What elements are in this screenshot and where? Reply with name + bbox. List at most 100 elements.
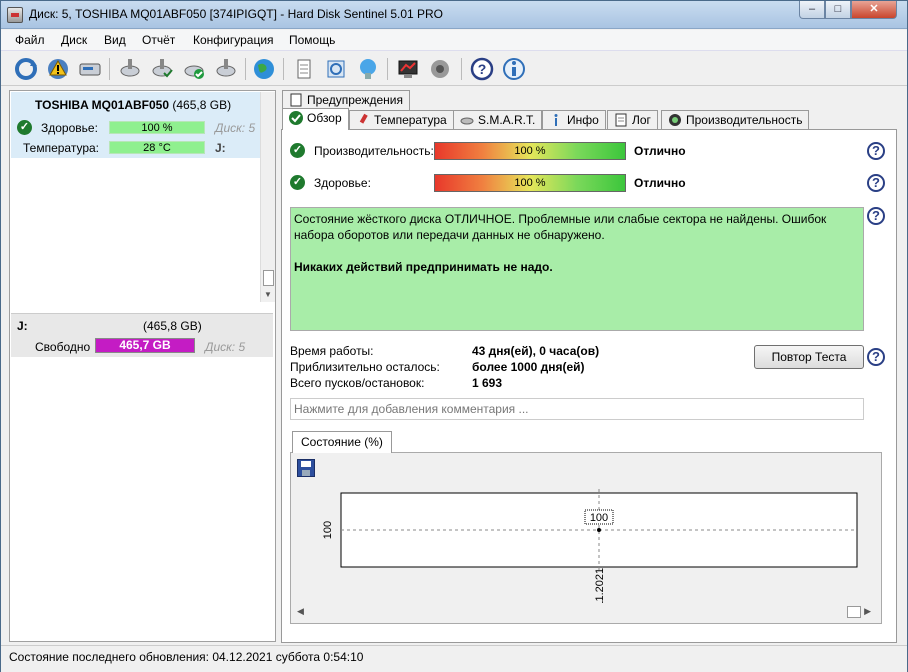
status-message-box: Состояние жёсткого диска ОТЛИЧНОЕ. Пробл… [290,207,864,331]
chart-scroll-thumb[interactable] [847,606,861,618]
retest-help-icon[interactable]: ? [867,348,885,366]
menu-disk[interactable]: Диск [61,33,87,47]
health-chart-area: 100 100 18.11.2021 ◀ ▶ [290,452,882,624]
network-icon[interactable] [355,56,381,82]
info-small-icon [549,113,563,127]
disk-title: TOSHIBA MQ01ABF050 (465,8 GB) [35,98,231,112]
tab-temperature[interactable]: Температура [349,110,454,130]
disk-health-row: ✓ Здоровье: 100 % Диск: 5 [17,120,267,136]
check-icon [289,111,303,125]
health-help-icon[interactable]: ? [867,174,885,192]
toolbar-separator [283,58,284,80]
thermometer-icon [356,113,370,127]
menu-view[interactable]: Вид [104,33,126,47]
test-disk-icon-3[interactable] [181,56,207,82]
performance-check-icon: ✓ [290,143,305,158]
tab-info[interactable]: Инфо [542,110,606,130]
menu-help[interactable]: Помощь [289,33,335,47]
tab-performance[interactable]: Производительность [661,110,810,130]
refresh-icon[interactable] [13,56,39,82]
app-logo-icon [7,7,23,23]
app-window: Диск: 5, TOSHIBA MQ01ABF050 [374IPIGQT] … [0,0,908,672]
statistics-icon[interactable] [395,56,421,82]
toolbar-separator [109,58,110,80]
disk-icon[interactable] [77,56,103,82]
volume-letter: J: [17,319,28,333]
volume-disk-number: Диск: 5 [205,340,246,354]
report-icon[interactable] [291,56,317,82]
close-button[interactable]: ✕ [851,1,897,19]
performance-help-icon[interactable]: ? [867,142,885,160]
status-recommendation: Никаких действий предпринимать не надо. [294,260,553,274]
gauge-icon [668,113,682,127]
tab-health-chart[interactable]: Состояние (%) [292,431,392,453]
info-icon[interactable] [501,56,527,82]
menu-bar: Файл Диск Вид Отчёт Конфигурация Помощь [1,30,907,51]
scroll-down-arrow-icon[interactable]: ▼ [264,290,272,299]
menu-configuration[interactable]: Конфигурация [193,33,274,47]
comment-input[interactable]: Нажмите для добавления комментария ... [290,398,864,420]
tab-smart[interactable]: S.M.A.R.T. [453,110,543,130]
test-disk-icon-1[interactable] [117,56,143,82]
window-title: Диск: 5, TOSHIBA MQ01ABF050 [374IPIGQT] … [29,7,444,21]
globe-icon[interactable] [251,56,277,82]
health-label: Здоровье: [41,121,98,135]
menu-report[interactable]: Отчёт [142,33,175,47]
performance-label: Производительность: [314,144,434,158]
disk-list-panel: TOSHIBA MQ01ABF050 (465,8 GB) ✓ Здоровье… [9,90,276,642]
tab-log[interactable]: Лог [607,110,658,130]
performance-bar: 100 % [434,142,626,160]
retest-button[interactable]: Повтор Теста [754,345,864,369]
toolbar-separator [461,58,462,80]
menu-file[interactable]: Файл [15,33,45,47]
tab-warnings[interactable]: Предупреждения [282,90,410,110]
chart-horizontal-scrollbar[interactable]: ◀ ▶ [297,605,877,619]
disk-number: Диск: 5 [215,121,256,135]
status-bar: Состояние последнего обновления: 04.12.2… [1,645,907,672]
toolbar: ? [1,52,907,86]
free-space-bar: 465,7 GB [95,338,195,353]
scroll-thumb[interactable] [263,270,274,286]
minimize-button[interactable]: – [799,1,825,19]
maximize-button[interactable]: □ [825,1,851,19]
overview-panel: ✓ Производительность: 100 % Отлично ? ✓ … [281,129,897,643]
health-check-icon: ✓ [290,175,305,190]
data-point [597,528,601,532]
remaining-label: Приблизительно осталось: [290,360,440,374]
log-icon [614,113,628,127]
uptime-label: Время работы: [290,344,374,358]
scroll-left-arrow-icon[interactable]: ◀ [297,606,304,617]
disk-list-scrollbar[interactable]: ▼ [260,92,275,302]
message-help-icon[interactable]: ? [867,207,885,225]
disk-card[interactable]: TOSHIBA MQ01ABF050 (465,8 GB) ✓ Здоровье… [11,92,273,158]
temperature-label: Температура: [23,141,100,155]
help-icon[interactable]: ? [469,56,495,82]
toolbar-separator [387,58,388,80]
tab-overview[interactable]: Обзор [282,108,349,130]
volume-size: (465,8 GB) [143,319,202,333]
sound-icon[interactable] [427,56,453,82]
toolbar-separator [245,58,246,80]
status-bar-text: Состояние последнего обновления: 04.12.2… [9,650,364,664]
drive-letter: J: [215,141,226,155]
temperature-mini-bar: 28 °C [109,141,205,154]
volume-card[interactable]: J: (465,8 GB) Свободно 465,7 GB Диск: 5 [11,313,273,357]
disk-size: (465,8 GB) [172,98,232,112]
status-message: Состояние жёсткого диска ОТЛИЧНОЕ. Пробл… [294,212,827,242]
title-bar[interactable]: Диск: 5, TOSHIBA MQ01ABF050 [374IPIGQT] … [1,1,907,29]
warnings-icon [289,93,303,107]
health-status: Отлично [634,176,686,190]
refresh-sync-icon[interactable] [323,56,349,82]
health-bar: 100 % [434,174,626,192]
disk-small-icon [460,113,474,127]
starts-label: Всего пусков/остановок: [290,376,425,390]
scroll-right-arrow-icon[interactable]: ▶ [864,606,871,617]
alert-icon[interactable] [45,56,71,82]
data-label: 100 [590,512,608,524]
remaining-value: более 1000 дня(ей) [472,360,585,374]
health-mini-bar: 100 % [109,121,205,134]
check-icon: ✓ [17,120,32,135]
performance-status: Отлично [634,144,686,158]
test-disk-icon-2[interactable] [149,56,175,82]
test-disk-icon-4[interactable] [213,56,239,82]
